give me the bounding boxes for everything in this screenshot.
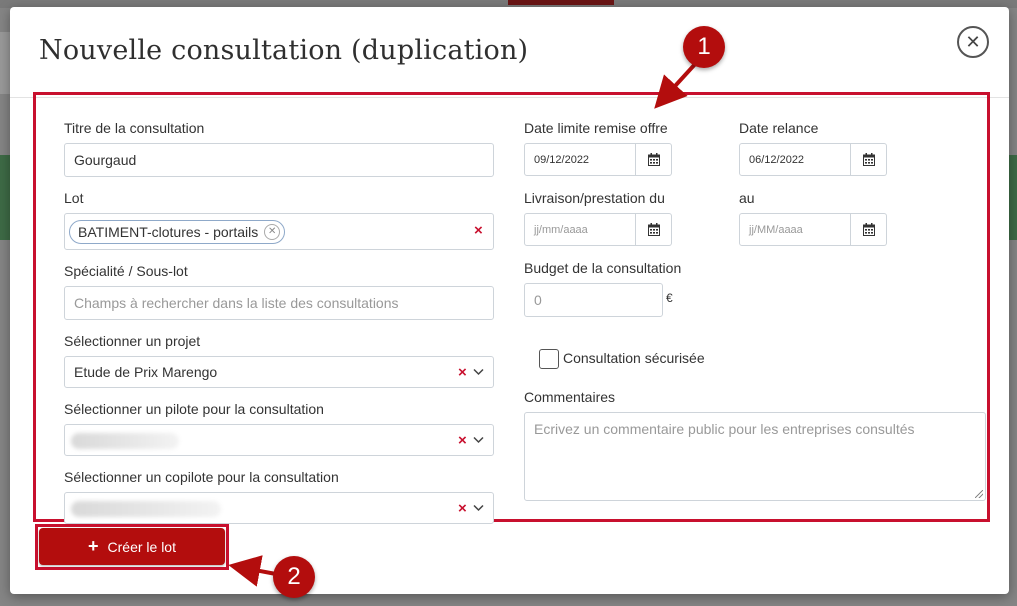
callout-badge-1: 1 (683, 26, 725, 68)
callout-2-arrow (228, 555, 277, 587)
callout-badge-2: 2 (273, 556, 315, 598)
annotation-arrows (228, 60, 699, 587)
callout-1-arrow (654, 60, 699, 109)
